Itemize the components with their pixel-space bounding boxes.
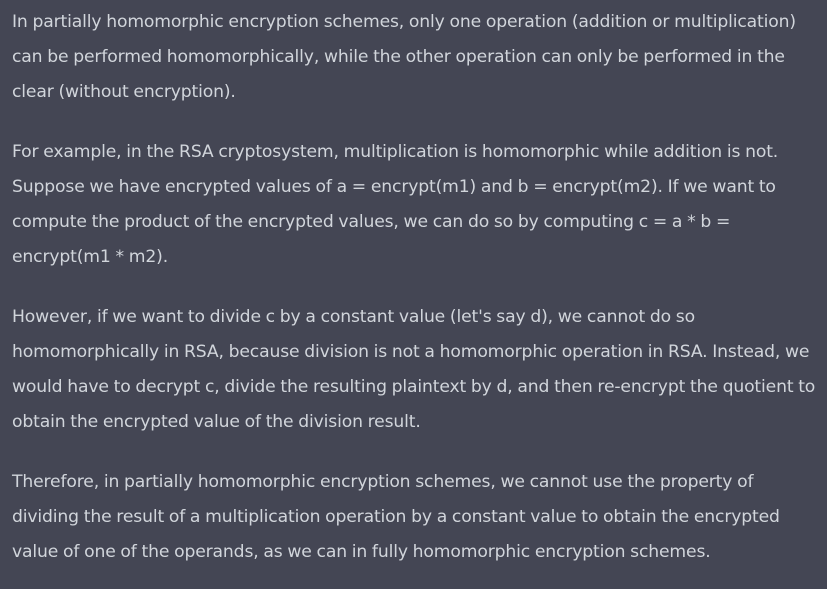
message-paragraph-3: However, if we want to divide c by a con… [12,307,816,432]
message-paragraph-1: In partially homomorphic encryption sche… [12,12,796,102]
message-paragraph-4: Therefore, in partially homomorphic encr… [12,472,780,562]
message-paragraph-2: For example, in the RSA cryptosystem, mu… [12,142,779,267]
assistant-message: In partially homomorphic encryption sche… [0,0,827,589]
